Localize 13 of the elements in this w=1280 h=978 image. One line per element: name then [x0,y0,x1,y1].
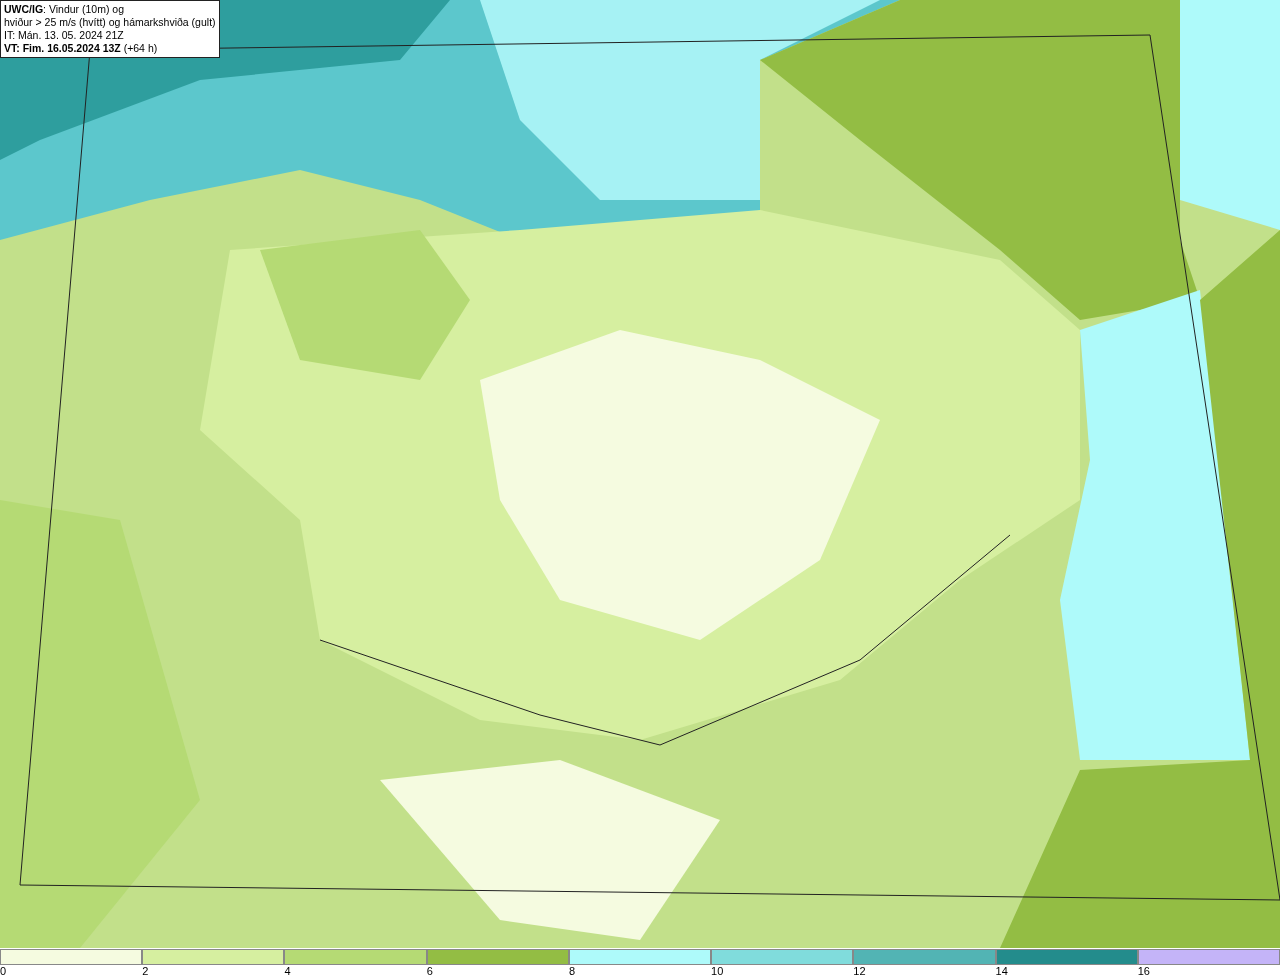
legend-label: 0 [0,965,7,978]
title-line: hviður > 25 m/s (hvítt) og hámarkshviða (gult) [4,16,216,29]
legend-label: 16 [1137,965,1150,978]
title-line: UWC/IG: Vindur (10m) og [4,3,125,16]
legend-label: 2 [142,965,149,978]
legend-label: 12 [853,965,866,978]
legend-label: 14 [995,965,1008,978]
legend-label: 8 [568,965,575,978]
legend-label: 6 [426,965,433,978]
title-line: VT: Fim. 16.05.2024 13Z (+64 h) [4,42,159,55]
title-line: IT: Mán. 13. 05. 2024 21Z [4,29,125,42]
legend-label: 4 [284,965,291,978]
legend-label: 10 [711,965,724,978]
